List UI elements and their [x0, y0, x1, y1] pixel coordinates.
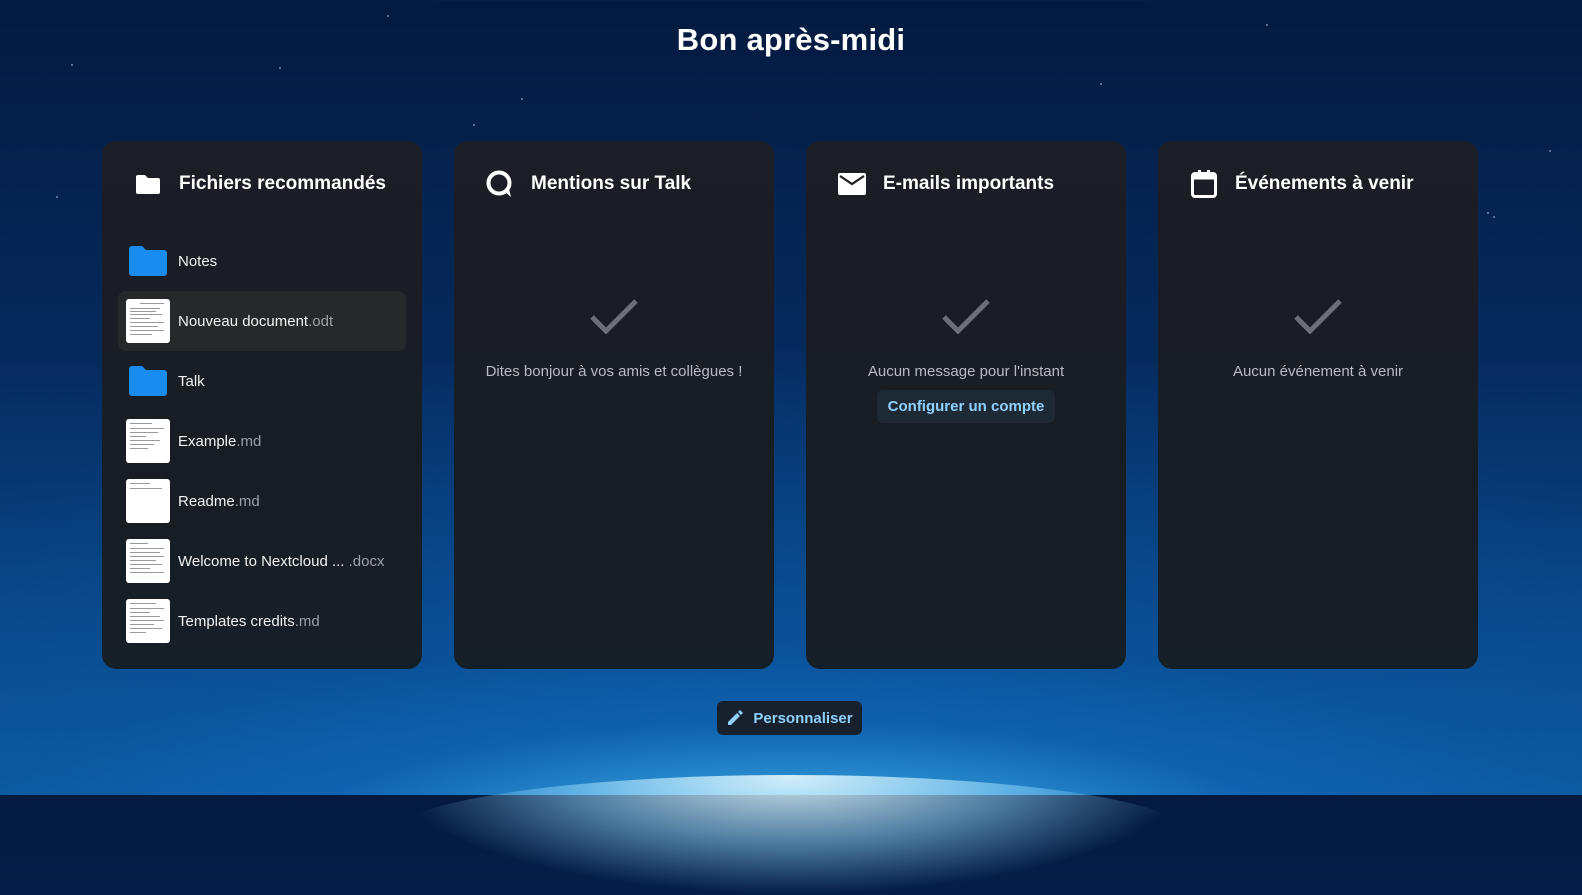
- file-item-welcome-to-nextcloud[interactable]: Welcome to Nextcloud ... .docx: [118, 531, 406, 591]
- file-list: Notes Nouveau document.odt Talk Example.…: [118, 231, 406, 651]
- file-name: Example.md: [178, 432, 262, 450]
- file-item-nouveau-document[interactable]: Nouveau document.odt: [118, 291, 406, 351]
- widget-title: Fichiers recommandés: [179, 173, 386, 194]
- file-item-example[interactable]: Example.md: [118, 411, 406, 471]
- page-greeting: Bon après-midi: [676, 22, 906, 57]
- customize-button[interactable]: Personnaliser: [717, 701, 862, 735]
- file-name: Templates credits.md: [178, 612, 320, 630]
- customize-button-label: Personnaliser: [753, 709, 853, 727]
- calendar-icon: [1188, 168, 1220, 200]
- document-thumbnail: [126, 419, 170, 463]
- widget-title: Événements à venir: [1235, 173, 1414, 194]
- earth-horizon-glow: [391, 775, 1191, 895]
- empty-state-text: Aucun événement à venir: [1232, 363, 1404, 380]
- configure-account-button[interactable]: Configurer un compte: [876, 390, 1056, 423]
- document-thumbnail: [126, 299, 170, 343]
- check-icon: [1294, 299, 1342, 335]
- widget-title: E-mails importants: [883, 173, 1055, 194]
- folder-icon: [132, 168, 164, 200]
- file-item-notes[interactable]: Notes: [118, 231, 406, 291]
- widget-title: Mentions sur Talk: [531, 173, 692, 194]
- widget-header: Mentions sur Talk: [484, 167, 691, 201]
- important-emails-widget: E-mails importants Aucun message pour l'…: [806, 141, 1126, 669]
- check-icon: [590, 299, 638, 335]
- upcoming-events-widget: Événements à venir Aucun événement à ven…: [1158, 141, 1478, 669]
- file-name: Readme.md: [178, 492, 260, 510]
- document-thumbnail: [126, 539, 170, 583]
- widget-header: Événements à venir: [1188, 167, 1413, 201]
- file-name: Nouveau document.odt: [178, 312, 334, 330]
- file-name: Notes: [178, 252, 218, 270]
- file-item-talk[interactable]: Talk: [118, 351, 406, 411]
- recommended-files-widget: Fichiers recommandés Notes Nouveau docum…: [102, 141, 422, 669]
- file-name: Talk: [178, 372, 205, 390]
- mail-icon: [836, 168, 868, 200]
- folder-icon: [126, 359, 170, 403]
- empty-state-text: Aucun message pour l'instant: [867, 363, 1065, 380]
- document-thumbnail: [126, 599, 170, 643]
- folder-icon: [126, 239, 170, 283]
- empty-state: Dites bonjour à vos amis et collègues !: [454, 297, 774, 380]
- pencil-icon: [728, 710, 744, 725]
- check-icon: [942, 299, 990, 335]
- empty-state: Aucun événement à venir: [1158, 297, 1478, 380]
- widget-header: E-mails importants: [836, 167, 1054, 201]
- widget-header: Fichiers recommandés: [132, 167, 386, 201]
- file-item-templates-credits[interactable]: Templates credits.md: [118, 591, 406, 651]
- file-item-readme[interactable]: Readme.md: [118, 471, 406, 531]
- empty-state: Aucun message pour l'instant Configurer …: [806, 297, 1126, 423]
- file-name: Welcome to Nextcloud ... .docx: [178, 552, 385, 570]
- talk-icon: [484, 168, 516, 200]
- document-thumbnail: [126, 479, 170, 523]
- empty-state-text: Dites bonjour à vos amis et collègues !: [485, 363, 743, 380]
- talk-mentions-widget: Mentions sur Talk Dites bonjour à vos am…: [454, 141, 774, 669]
